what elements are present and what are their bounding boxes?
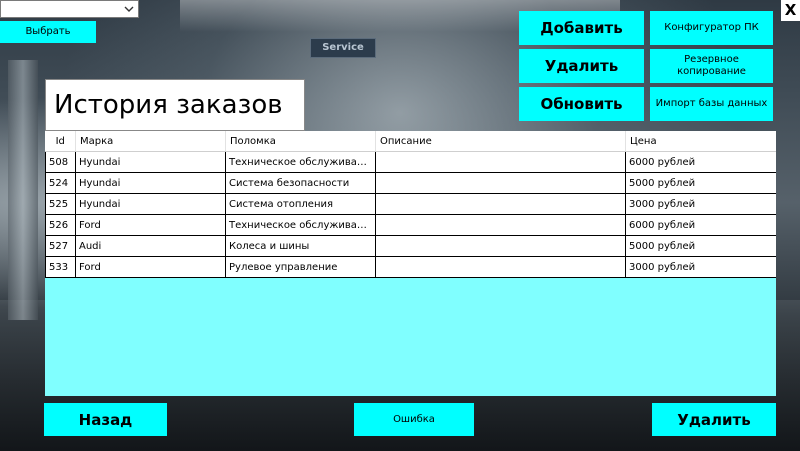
column-header-issue[interactable]: Поломка <box>225 131 376 152</box>
car-brand-combobox[interactable] <box>0 0 139 18</box>
cell-issue[interactable]: Техническое обслуживан... <box>225 151 376 173</box>
cell-description[interactable] <box>375 151 626 173</box>
cell-price[interactable]: 5000 рублей <box>625 172 776 194</box>
cell-description[interactable] <box>375 193 626 215</box>
cell-id[interactable]: 525 <box>45 193 76 215</box>
cell-id[interactable]: 527 <box>45 235 76 257</box>
cell-issue[interactable]: Система отопления <box>225 193 376 215</box>
import-database-button[interactable]: Импорт базы данных <box>650 87 773 121</box>
table-row[interactable]: 533 Ford Рулевое управление 3000 рублей <box>45 256 776 278</box>
cell-id[interactable]: 526 <box>45 214 76 236</box>
cell-price[interactable]: 5000 рублей <box>625 235 776 257</box>
cell-brand[interactable]: Hyundai <box>75 193 226 215</box>
cell-description[interactable] <box>375 235 626 257</box>
cell-brand[interactable]: Hyundai <box>75 172 226 194</box>
column-header-description[interactable]: Описание <box>375 131 626 152</box>
cell-issue[interactable]: Колеса и шины <box>225 235 376 257</box>
pc-configurator-button[interactable]: Конфигуратор ПК <box>650 11 773 45</box>
cell-price[interactable]: 6000 рублей <box>625 151 776 173</box>
background-pillar <box>8 60 38 320</box>
table-row[interactable]: 527 Audi Колеса и шины 5000 рублей <box>45 235 776 257</box>
cell-id[interactable]: 508 <box>45 151 76 173</box>
backup-button[interactable]: Резервное копирование <box>650 49 773 83</box>
select-button[interactable]: Выбрать <box>0 21 96 43</box>
column-header-id[interactable]: Id <box>45 131 76 152</box>
cell-price[interactable]: 6000 рублей <box>625 214 776 236</box>
cell-issue[interactable]: Рулевое управление <box>225 256 376 278</box>
table-row[interactable]: 508 Hyundai Техническое обслуживан... 60… <box>45 151 776 173</box>
table-row[interactable]: 525 Hyundai Система отопления 3000 рубле… <box>45 193 776 215</box>
cell-brand[interactable]: Hyundai <box>75 151 226 173</box>
cell-description[interactable] <box>375 214 626 236</box>
chevron-down-icon <box>124 6 134 12</box>
cell-id[interactable]: 533 <box>45 256 76 278</box>
refresh-button[interactable]: Обновить <box>519 87 644 121</box>
cell-issue[interactable]: Техническое обслуживан... <box>225 214 376 236</box>
page-title: История заказов <box>45 79 305 131</box>
background-service-sign: Service <box>310 38 376 58</box>
cell-price[interactable]: 3000 рублей <box>625 256 776 278</box>
cell-id[interactable]: 524 <box>45 172 76 194</box>
close-button[interactable]: X <box>781 0 800 21</box>
column-header-brand[interactable]: Марка <box>75 131 226 152</box>
table-row[interactable]: 524 Hyundai Система безопасности 5000 ру… <box>45 172 776 194</box>
add-button[interactable]: Добавить <box>519 11 644 45</box>
delete-bottom-button[interactable]: Удалить <box>652 403 776 436</box>
cell-price[interactable]: 3000 рублей <box>625 193 776 215</box>
delete-top-button[interactable]: Удалить <box>519 49 644 83</box>
column-header-price[interactable]: Цена <box>625 131 776 152</box>
cell-brand[interactable]: Audi <box>75 235 226 257</box>
cell-issue[interactable]: Система безопасности <box>225 172 376 194</box>
cell-brand[interactable]: Ford <box>75 214 226 236</box>
cell-description[interactable] <box>375 172 626 194</box>
table-row[interactable]: 526 Ford Техническое обслуживан... 6000 … <box>45 214 776 236</box>
orders-grid[interactable]: Id Марка Поломка Описание Цена 508 Hyund… <box>45 131 776 396</box>
back-button[interactable]: Назад <box>44 403 167 436</box>
orders-table: Id Марка Поломка Описание Цена 508 Hyund… <box>45 131 776 278</box>
cell-description[interactable] <box>375 256 626 278</box>
error-button[interactable]: Ошибка <box>354 403 474 436</box>
cell-brand[interactable]: Ford <box>75 256 226 278</box>
table-header-row: Id Марка Поломка Описание Цена <box>45 131 776 152</box>
